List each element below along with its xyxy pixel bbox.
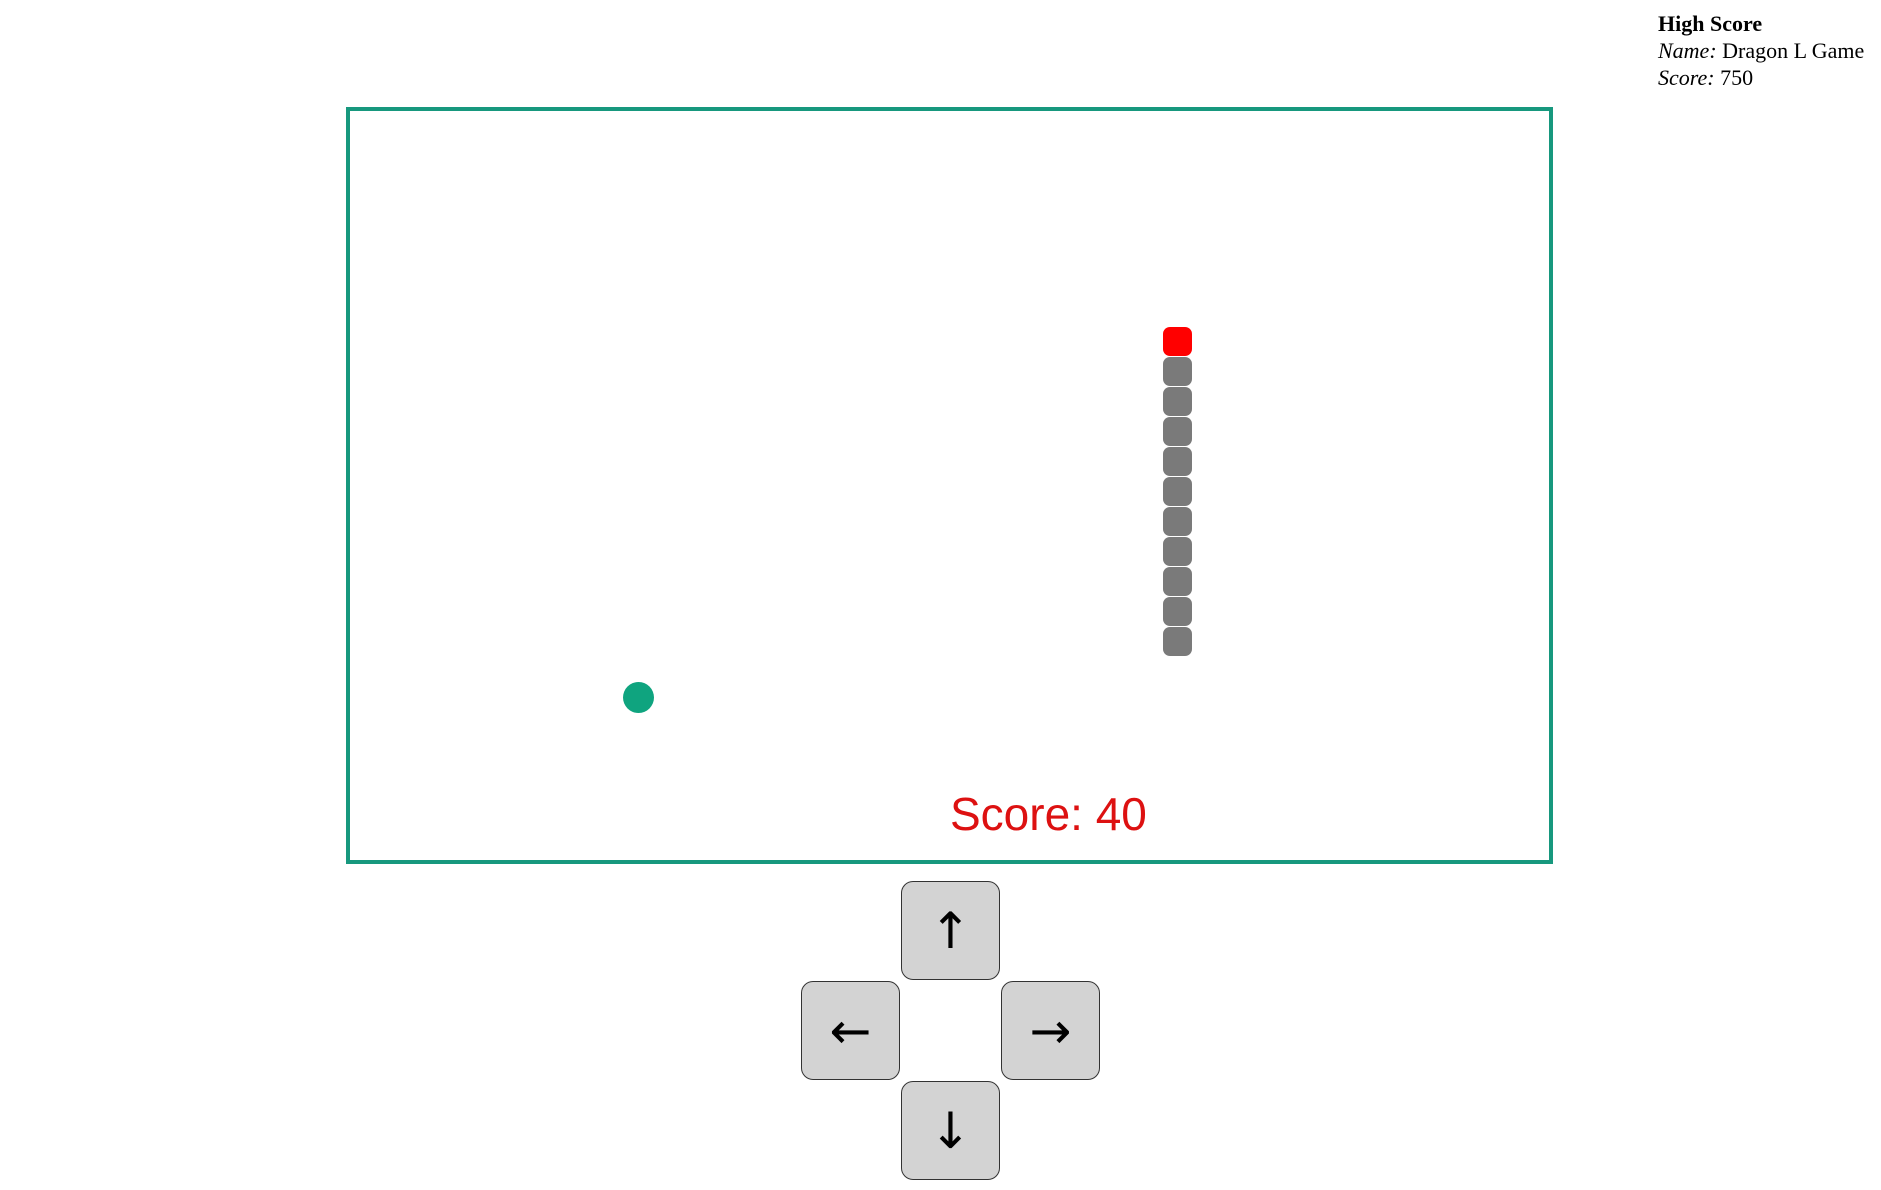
snake-body-segment [1163,387,1192,416]
up-arrow-button[interactable]: ↑ [901,881,1000,980]
high-score-score-row: Score: 750 [1658,64,1864,91]
down-arrow-button[interactable]: ↓ [901,1081,1000,1180]
snake-body-segment [1163,507,1192,536]
high-score-name-label: Name: [1658,38,1717,63]
game-board[interactable]: Score: 40 [346,107,1553,864]
high-score-title: High Score [1658,11,1763,36]
high-score-name-value: Dragon L Game [1722,38,1865,63]
high-score-score-value: 750 [1720,65,1754,90]
snake-head [1163,327,1192,356]
snake-body-segment [1163,357,1192,386]
snake-body-segment [1163,627,1192,656]
left-arrow-button[interactable]: ← [801,981,900,1080]
right-arrow-button[interactable]: → [1001,981,1100,1080]
snake-body-segment [1163,567,1192,596]
high-score-panel: High Score Name: Dragon L Game Score: 75… [1658,10,1864,91]
snake-body-segment [1163,597,1192,626]
high-score-name-row: Name: Dragon L Game [1658,37,1864,64]
snake-body-segment [1163,537,1192,566]
food-pellet [623,682,654,713]
snake-body-segment [1163,447,1192,476]
high-score-score-label: Score: [1658,65,1715,90]
snake-body-segment [1163,477,1192,506]
snake-body-segment [1163,417,1192,446]
current-score: Score: 40 [950,788,1147,840]
